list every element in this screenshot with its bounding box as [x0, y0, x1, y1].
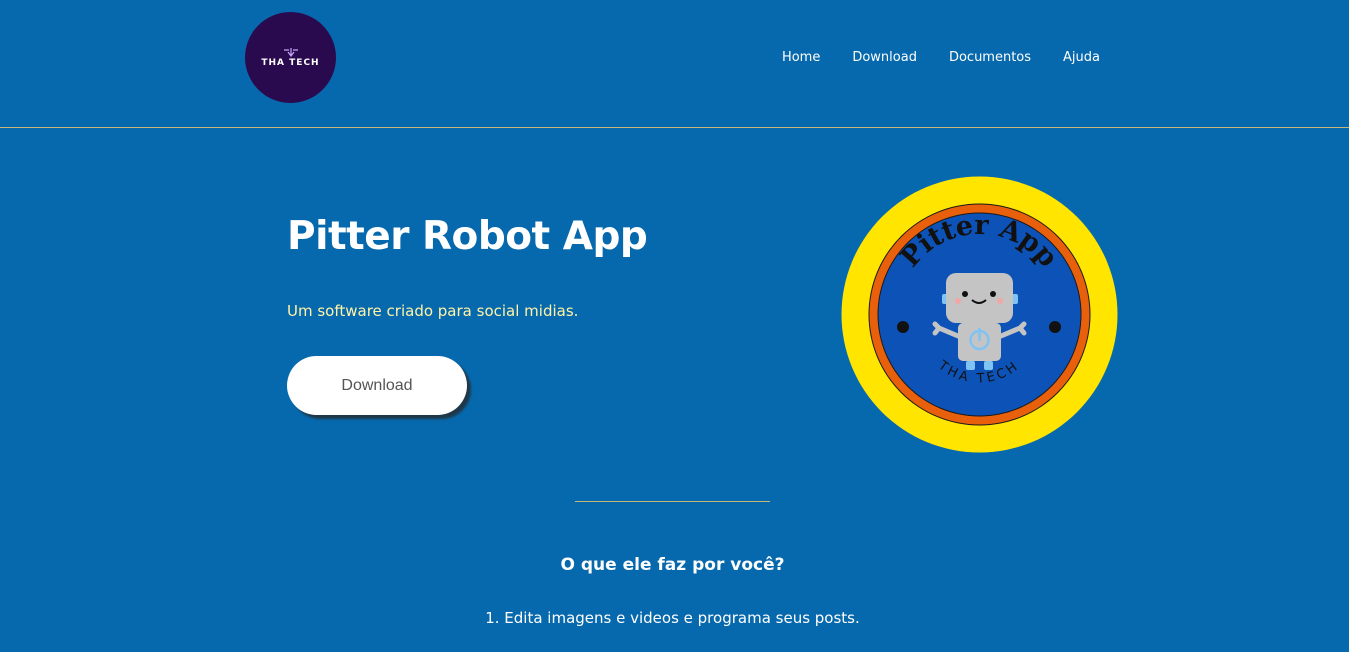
nav-download[interactable]: Download: [852, 49, 917, 67]
site-header: THA TECH Home Download Documentos Ajuda: [0, 0, 1349, 128]
logo-mark-icon: [283, 48, 298, 57]
pitter-app-badge: Pitter App THA TECH: [841, 176, 1118, 453]
hero-title: Pitter Robot App: [287, 214, 648, 259]
download-button[interactable]: Download: [287, 356, 467, 415]
nav-documentos[interactable]: Documentos: [949, 49, 1031, 67]
features-heading: O que ele faz por você?: [560, 555, 785, 575]
brand-logo[interactable]: THA TECH: [245, 12, 336, 103]
section-divider: [575, 501, 770, 502]
nav-home[interactable]: Home: [782, 49, 820, 67]
hero-subtitle: Um software criado para social midias.: [287, 302, 579, 320]
logo-text: THA TECH: [261, 58, 320, 68]
nav-ajuda[interactable]: Ajuda: [1063, 49, 1100, 67]
feature-item: 1. Edita imagens e videos e programa seu…: [485, 609, 860, 627]
main-nav: Home Download Documentos Ajuda: [782, 49, 1100, 67]
